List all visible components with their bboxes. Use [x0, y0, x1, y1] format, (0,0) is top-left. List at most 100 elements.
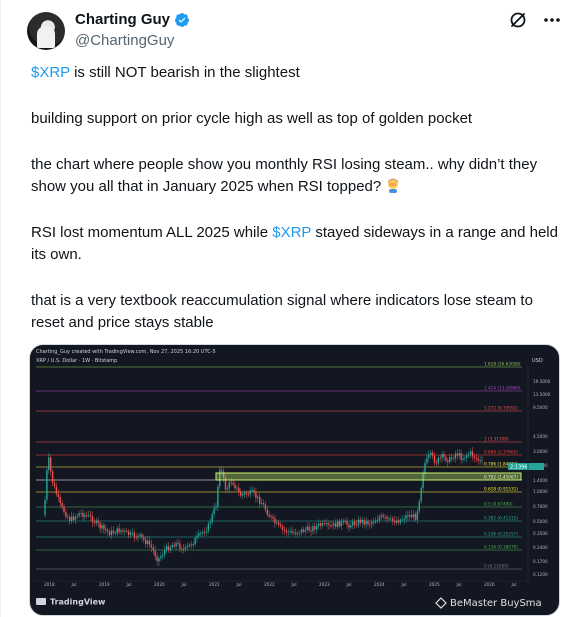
- candle-body: [129, 532, 132, 536]
- candle-body: [257, 496, 259, 498]
- x-axis-label: Jul: [401, 582, 407, 587]
- candle-body: [196, 535, 198, 539]
- candle-body: [331, 525, 333, 527]
- candle-body: [468, 454, 470, 456]
- y-axis-label: 0.5000: [533, 519, 548, 524]
- candle-body: [285, 530, 287, 533]
- candle-body: [240, 491, 242, 496]
- y-axis-label: 9.5000: [533, 405, 548, 410]
- candle-body: [245, 493, 248, 495]
- candle-body: [259, 496, 261, 504]
- tweet-paragraph-3: the chart where people show you monthly …: [31, 154, 561, 198]
- candle-body: [392, 518, 394, 521]
- avatar[interactable]: [27, 12, 65, 50]
- candle-body: [91, 516, 94, 523]
- x-axis-label: Jul: [181, 582, 187, 587]
- candle-body: [110, 530, 113, 536]
- candle-body: [148, 540, 151, 545]
- candle-body: [114, 532, 116, 534]
- x-axis-label: Jul: [511, 582, 517, 587]
- candle-body: [122, 530, 124, 532]
- candle-body: [84, 514, 86, 517]
- candle-body: [124, 530, 126, 532]
- candle-body: [200, 533, 202, 535]
- candle-body: [302, 529, 305, 532]
- candle-body: [51, 471, 54, 483]
- candle-body: [260, 503, 263, 504]
- y-axis-labels: 19.500013.50009.50004.50003.00002.00001.…: [533, 379, 551, 577]
- candle-body: [361, 519, 363, 523]
- x-axis-label: 2023: [319, 582, 330, 587]
- candle-body: [291, 530, 293, 533]
- candle-body: [154, 550, 156, 557]
- x-axis-label: 2026: [484, 582, 495, 587]
- candle-body: [82, 512, 84, 517]
- candle-body: [57, 494, 59, 497]
- candle-body: [278, 522, 280, 525]
- candle-body: [316, 525, 318, 530]
- grok-icon[interactable]: [508, 10, 528, 30]
- candle-body: [369, 524, 371, 525]
- candle-body: [146, 540, 149, 544]
- cashtag-link-2[interactable]: $XRP: [272, 224, 311, 241]
- candle-body: [411, 514, 413, 518]
- fib-label: 0 (0.11659): [484, 564, 509, 569]
- candle-body: [131, 532, 134, 534]
- tweet-paragraph-4: RSI lost momentum ALL 2025 while $XRP st…: [31, 222, 561, 266]
- chart-currency: USD: [532, 358, 543, 364]
- candle-body: [203, 532, 206, 534]
- candle-body: [127, 531, 130, 536]
- cashtag-link[interactable]: $XRP: [31, 64, 70, 81]
- candle-body: [221, 469, 223, 472]
- candle-body: [354, 521, 356, 525]
- candle-body: [126, 530, 128, 532]
- p3-text: the chart where people show you monthly …: [31, 156, 538, 195]
- candle-body: [327, 523, 329, 526]
- candle-body: [281, 526, 284, 530]
- handle[interactable]: @ChartingGuy: [75, 32, 174, 49]
- avatar-figure: [37, 26, 55, 48]
- candle-body: [350, 525, 352, 528]
- fib-label: 0.5 (0.67489): [484, 502, 513, 507]
- more-icon[interactable]: [542, 10, 562, 30]
- y-axis-label: 4.5000: [533, 434, 548, 439]
- p4-text-a: RSI lost momentum ALL 2025 while: [31, 224, 273, 241]
- candle-body: [205, 531, 208, 533]
- candle-body: [243, 493, 246, 495]
- candle-body: [409, 514, 411, 517]
- candle-body: [69, 516, 71, 522]
- candle-body: [289, 530, 291, 532]
- candle-body: [384, 516, 386, 518]
- candle-body: [247, 494, 249, 496]
- candle-body: [101, 525, 103, 529]
- candle-body: [112, 530, 115, 533]
- candle-body: [165, 546, 168, 551]
- x-axis-label: 2018: [44, 582, 55, 587]
- candle-body: [310, 530, 312, 532]
- candle-body: [317, 523, 320, 526]
- x-axis-label: 2025: [429, 582, 440, 587]
- candle-body: [238, 487, 240, 492]
- candle-body: [325, 523, 327, 525]
- candle-body: [46, 469, 48, 500]
- candle-body: [139, 534, 141, 536]
- x-axis-label: Jul: [456, 582, 462, 587]
- candle-body: [209, 522, 211, 524]
- y-axis-label: 0.2400: [533, 545, 548, 550]
- candle-body: [335, 523, 337, 527]
- y-axis-label: 13.5000: [533, 392, 551, 397]
- candle-body: [95, 520, 97, 523]
- candle-body: [401, 519, 403, 521]
- candle-body: [390, 518, 392, 520]
- display-name[interactable]: Charting Guy: [75, 11, 170, 28]
- candle-body: [230, 482, 232, 484]
- candle-body: [308, 526, 310, 531]
- candle-body: [171, 545, 173, 548]
- chart-svg: Charting_Guy created with TradingView.co…: [30, 349, 551, 609]
- x-axis-label: Jul: [126, 582, 132, 587]
- chart-image[interactable]: Charting_Guy created with TradingView.co…: [29, 344, 560, 616]
- candle-body: [376, 520, 379, 522]
- candle-body: [88, 514, 90, 516]
- candle-body: [145, 539, 147, 544]
- name-row: Charting Guy: [75, 11, 190, 28]
